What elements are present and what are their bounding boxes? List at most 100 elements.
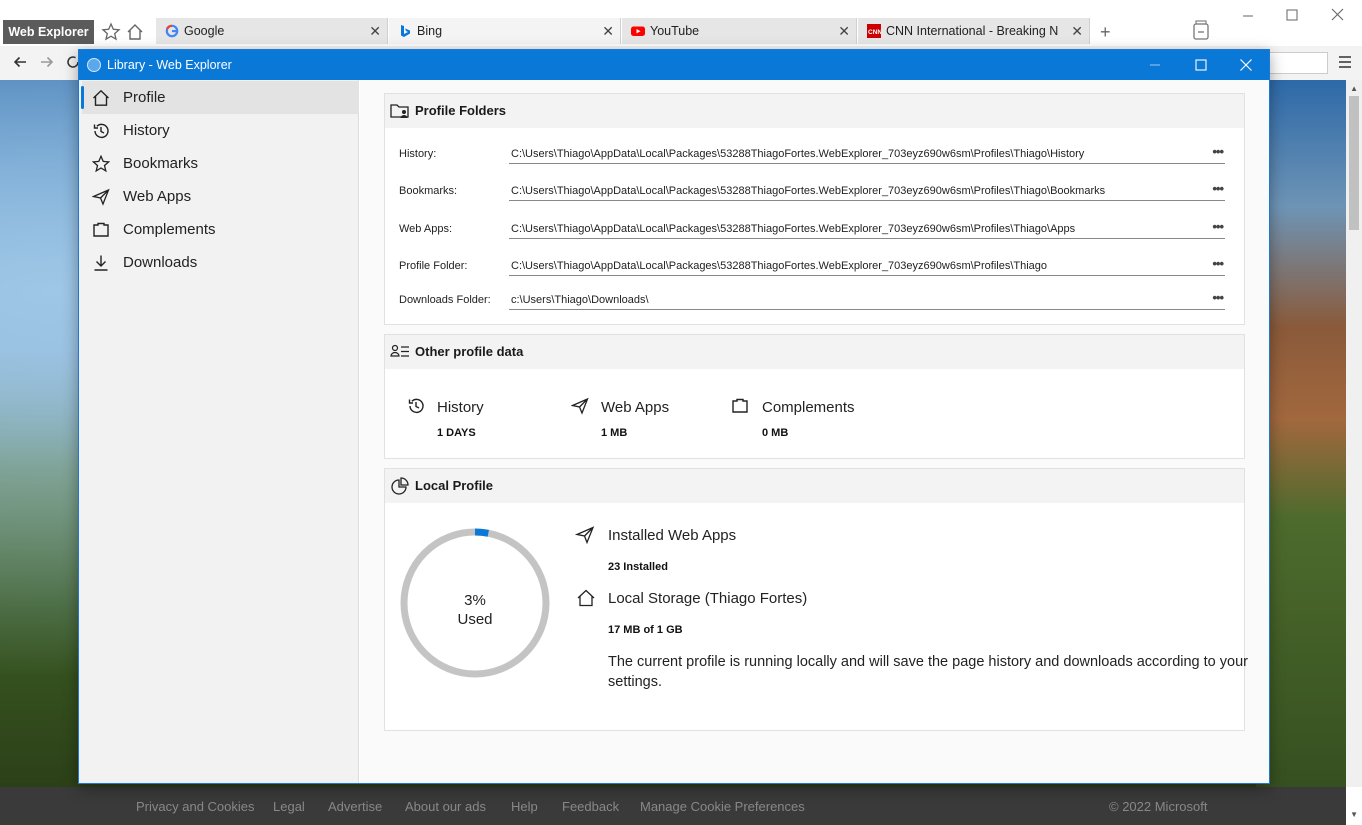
scroll-up-icon[interactable]: ▲ — [1350, 84, 1358, 93]
card-header: Local Profile — [385, 469, 1244, 503]
maximize-icon[interactable] — [1282, 6, 1302, 26]
sidebar-item-label: History — [123, 122, 170, 139]
sidebar-item-web-apps[interactable]: Web Apps — [82, 180, 359, 213]
home-icon — [577, 589, 595, 607]
scrollbar-thumb[interactable] — [1349, 96, 1359, 230]
more-options-icon[interactable]: ••• — [1212, 290, 1224, 305]
local-storage-value: 17 MB of 1 GB — [608, 624, 683, 636]
close-icon[interactable]: ✕ — [838, 18, 850, 44]
sidebar-item-profile[interactable]: Profile — [81, 81, 359, 114]
usage-text: 3% Used — [399, 591, 551, 629]
card-title: Other profile data — [415, 344, 524, 359]
maximize-icon[interactable] — [1191, 50, 1211, 80]
tab-youtube[interactable]: YouTube ✕ — [622, 18, 857, 44]
google-favicon-icon — [165, 24, 179, 38]
history-icon — [93, 123, 109, 139]
footer-link-about-ads[interactable]: About our ads — [405, 799, 486, 814]
sidebar-item-label: Web Apps — [123, 188, 192, 205]
more-options-icon[interactable]: ••• — [1212, 181, 1224, 196]
star-icon[interactable] — [101, 22, 121, 42]
complements-icon — [93, 222, 109, 237]
close-icon[interactable]: ✕ — [369, 18, 381, 44]
sidebar-item-downloads[interactable]: Downloads — [82, 246, 359, 279]
browser-menu-button[interactable]: Web Explorer — [3, 20, 94, 44]
other-profile-data-card: Other profile data History 1 DAYS Web Ap… — [384, 334, 1245, 459]
complements-icon — [732, 398, 748, 413]
pie-chart-icon — [391, 477, 409, 495]
folder-path-field[interactable]: C:\Users\Thiago\AppData\Local\Packages\5… — [509, 256, 1225, 276]
profile-folder-icon — [390, 104, 409, 118]
user-list-icon — [390, 344, 409, 357]
close-icon[interactable]: ✕ — [1071, 18, 1083, 44]
stat-web-apps: Web Apps 1 MB — [571, 395, 731, 455]
minimize-icon[interactable] — [1145, 50, 1165, 80]
sidebar-item-label: Complements — [123, 221, 216, 238]
tab-title: YouTube — [650, 24, 700, 38]
footer-link-privacy[interactable]: Privacy and Cookies — [136, 799, 255, 814]
folder-path-field[interactable]: C:\Users\Thiago\AppData\Local\Packages\5… — [509, 181, 1225, 201]
stat-label: History — [437, 399, 484, 416]
more-options-icon[interactable]: ••• — [1212, 256, 1224, 271]
stat-value: 1 DAYS — [437, 427, 476, 439]
app-logo-icon — [87, 58, 101, 72]
local-profile-description: The current profile is running locally a… — [608, 654, 1248, 690]
history-icon — [408, 398, 424, 414]
tab-title: CNN International - Breaking News — [886, 24, 1058, 38]
star-icon — [92, 155, 110, 173]
usage-percent: 3% — [464, 592, 486, 609]
folder-path-field[interactable]: C:\Users\Thiago\AppData\Local\Packages\5… — [509, 219, 1225, 239]
sidebar-item-history[interactable]: History — [82, 114, 359, 147]
stat-label: Complements — [762, 399, 855, 416]
new-tab-button[interactable]: + — [1100, 22, 1111, 43]
library-sidebar: Profile History Bookmarks Web Apps Compl… — [79, 80, 359, 783]
card-title: Local Profile — [415, 478, 494, 493]
page-footer: Privacy and Cookies Legal Advertise Abou… — [0, 787, 1346, 825]
stat-value: 1 MB — [601, 427, 628, 439]
footer-copyright: © 2022 Microsoft — [1109, 799, 1208, 814]
send-icon — [571, 397, 589, 415]
tab-google[interactable]: Google ✕ — [156, 18, 388, 44]
local-profile-card: Local Profile 3% Used Installed Web Apps… — [384, 468, 1248, 731]
folder-path-field[interactable]: C:\Users\Thiago\AppData\Local\Packages\5… — [509, 144, 1225, 164]
close-icon[interactable] — [1236, 50, 1256, 80]
cnn-favicon-icon: CNN — [867, 24, 881, 38]
tab-manager-icon[interactable] — [1191, 19, 1211, 41]
sidebar-item-bookmarks[interactable]: Bookmarks — [82, 147, 359, 180]
address-bar[interactable] — [1268, 52, 1328, 74]
more-options-icon[interactable]: ••• — [1212, 219, 1224, 234]
library-content: Profile Folders History: C:\Users\Thiago… — [360, 80, 1269, 783]
hamburger-menu-icon[interactable] — [1338, 54, 1352, 70]
folder-row-history: History: C:\Users\Thiago\AppData\Local\P… — [399, 144, 1229, 164]
footer-link-cookie-prefs[interactable]: Manage Cookie Preferences — [640, 799, 805, 814]
home-icon[interactable] — [125, 22, 145, 42]
folder-label: Downloads Folder: — [399, 294, 491, 306]
close-window-icon[interactable] — [1328, 6, 1348, 26]
tab-title: Bing — [417, 24, 443, 38]
footer-link-advertise[interactable]: Advertise — [328, 799, 382, 814]
folder-row-profile-folder: Profile Folder: C:\Users\Thiago\AppData\… — [399, 256, 1229, 276]
minimize-icon[interactable] — [1238, 6, 1258, 26]
sidebar-item-label: Downloads — [123, 254, 198, 271]
footer-link-feedback[interactable]: Feedback — [562, 799, 619, 814]
tab-cnn[interactable]: CNN CNN International - Breaking News ✕ — [858, 18, 1090, 44]
card-title: Profile Folders — [415, 103, 507, 118]
folder-label: Bookmarks: — [399, 185, 458, 197]
back-icon[interactable] — [12, 54, 28, 70]
card-header: Profile Folders — [385, 94, 1244, 128]
download-icon — [94, 255, 108, 271]
library-titlebar: Library - Web Explorer — [79, 50, 1269, 80]
close-icon[interactable]: ✕ — [602, 18, 614, 44]
footer-link-legal[interactable]: Legal — [273, 799, 305, 814]
folder-label: History: — [399, 148, 437, 160]
more-options-icon[interactable]: ••• — [1212, 144, 1224, 159]
forward-icon[interactable] — [39, 54, 55, 70]
stat-history: History 1 DAYS — [407, 395, 567, 455]
tab-bing[interactable]: Bing ✕ — [389, 18, 621, 44]
folder-path-field[interactable]: c:\Users\Thiago\Downloads\ — [509, 290, 1225, 310]
scroll-down-icon[interactable]: ▼ — [1350, 810, 1358, 819]
card-header: Other profile data — [385, 335, 1244, 369]
folder-row-bookmarks: Bookmarks: C:\Users\Thiago\AppData\Local… — [399, 181, 1229, 201]
footer-link-help[interactable]: Help — [511, 799, 538, 814]
youtube-favicon-icon — [631, 26, 645, 36]
sidebar-item-complements[interactable]: Complements — [82, 213, 359, 246]
